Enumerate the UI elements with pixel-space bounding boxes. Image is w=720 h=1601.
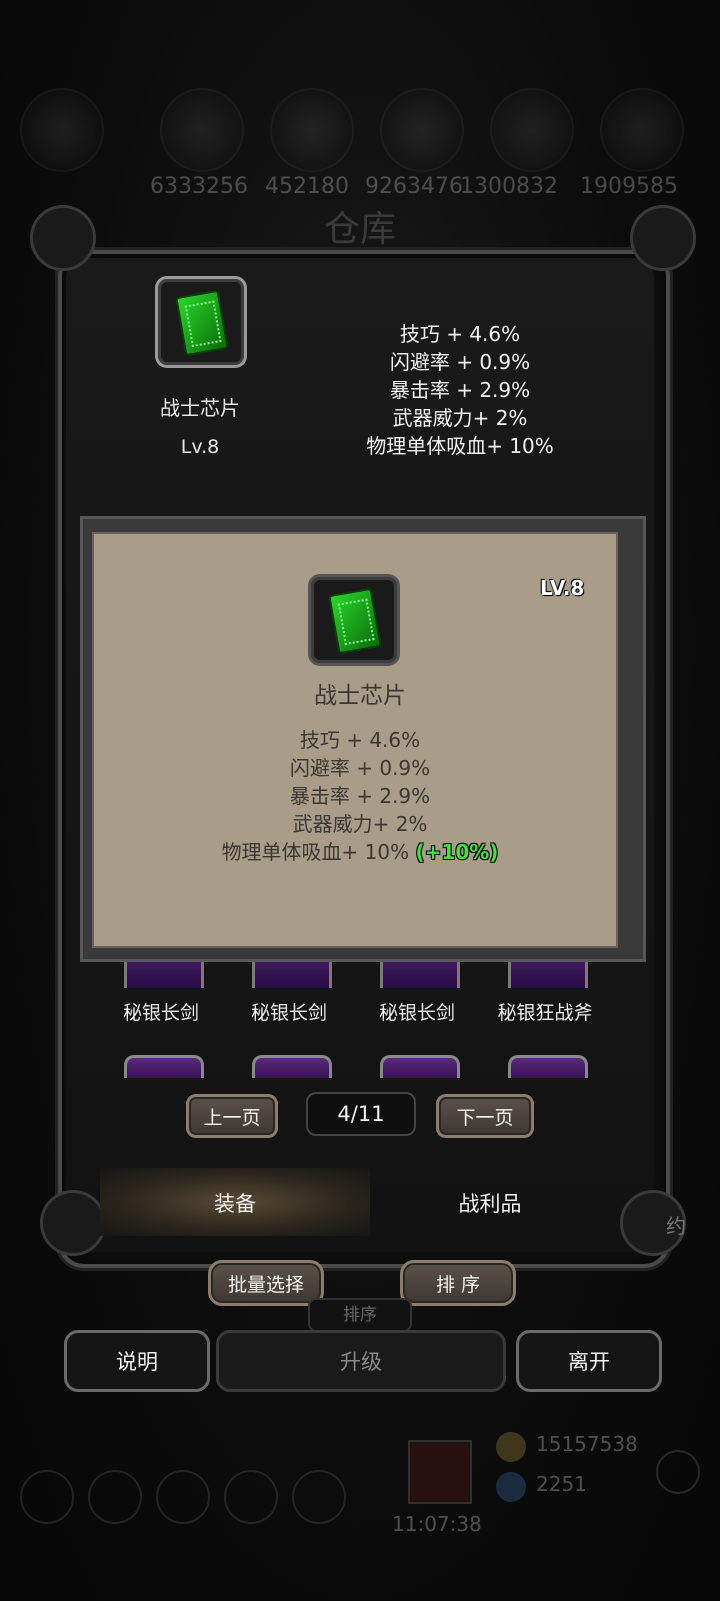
stat-line: 闪避率 + 0.9% xyxy=(389,350,531,374)
menu-icon xyxy=(156,1470,210,1524)
green-chip-icon xyxy=(328,587,382,655)
stat-line: 暴击率 + 2.9% xyxy=(389,378,531,402)
page-indicator: 4/11 xyxy=(306,1092,416,1136)
tooltip-stat: 武器威力+ 2% xyxy=(292,812,428,836)
leather-icon xyxy=(600,88,684,172)
batch-select-button[interactable]: 批量选择 xyxy=(208,1260,324,1306)
item-slot[interactable] xyxy=(380,1055,460,1078)
resource-value-1: 6333256 xyxy=(150,174,248,199)
gold-amount: 15157538 xyxy=(536,1432,638,1456)
gift-icon xyxy=(408,1440,472,1504)
leave-button[interactable]: 离开 xyxy=(516,1330,662,1392)
resource-bar: 6333256 452180 9263476 1300832 1909585 xyxy=(20,88,700,199)
tab-loot-label: 战利品 xyxy=(458,1192,522,1216)
gem-icon xyxy=(496,1472,526,1502)
help-button[interactable]: 说明 xyxy=(64,1330,210,1392)
footer-bar: 15157538 2251 11:07:38 xyxy=(0,1420,720,1580)
tooltip-stat-lifesteal: 物理单体吸血+ 10% (+10%) xyxy=(80,836,640,865)
tooltip-item-name: 战士芯片 xyxy=(314,683,406,709)
item-slot[interactable] xyxy=(508,1055,588,1078)
menu-icon xyxy=(20,1470,74,1524)
item-slot[interactable] xyxy=(124,1055,204,1078)
resource-value-4: 1300832 xyxy=(460,174,558,199)
menu-icon xyxy=(88,1470,142,1524)
skull-icon xyxy=(20,88,104,172)
selected-item-name: 战士芯片 xyxy=(160,396,240,420)
side-text: 约 xyxy=(666,1214,686,1238)
menu-icon xyxy=(224,1470,278,1524)
frame-ornament-tl xyxy=(30,205,96,271)
wood-icon xyxy=(160,88,244,172)
tab-equipment-label: 装备 xyxy=(214,1192,256,1216)
stat-line: 物理单体吸血+ 10% xyxy=(366,434,554,458)
sort-button[interactable]: 排 序 xyxy=(400,1260,516,1306)
stone-icon xyxy=(380,88,464,172)
upgrade-button[interactable]: 升级 xyxy=(216,1330,506,1392)
plus-icon xyxy=(656,1450,700,1494)
tooltip-level: LV.8 xyxy=(540,576,585,600)
prev-page-button[interactable]: 上一页 xyxy=(186,1094,278,1138)
tooltip-item-icon xyxy=(308,574,400,666)
planks-icon xyxy=(270,88,354,172)
tooltip-stat: 闪避率 + 0.9% xyxy=(289,756,431,780)
tooltip-stat: 物理单体吸血+ 10% xyxy=(221,840,410,864)
item-name: 秘银长剑 xyxy=(122,1002,199,1024)
item-name: 秘银狂战斧 xyxy=(497,1002,593,1024)
screen-title: 仓库 xyxy=(323,209,396,250)
tab-loot[interactable]: 战利品 xyxy=(380,1168,600,1236)
clock: 11:07:38 xyxy=(392,1512,482,1536)
selected-item-slot[interactable] xyxy=(155,276,247,368)
frame-ornament-tr xyxy=(630,205,696,271)
stat-line: 武器威力+ 2% xyxy=(392,406,528,430)
item-slot[interactable] xyxy=(252,1055,332,1078)
stat-line: 技巧 + 4.6% xyxy=(399,322,521,346)
item-name: 秘银长剑 xyxy=(250,1002,327,1024)
selected-item-level: Lv.8 xyxy=(180,436,220,458)
resource-value-3: 9263476 xyxy=(365,174,463,199)
gem-amount: 2251 xyxy=(536,1472,587,1496)
tooltip-stat: 技巧 + 4.6% xyxy=(299,728,421,752)
menu-icon xyxy=(292,1470,346,1524)
gold-icon xyxy=(496,1432,526,1462)
next-page-button[interactable]: 下一页 xyxy=(436,1094,534,1138)
frame-ornament-bl xyxy=(40,1190,106,1256)
tooltip-stat: 暴击率 + 2.9% xyxy=(289,784,431,808)
resource-value-5: 1909585 xyxy=(580,174,678,199)
tooltip-bonus: (+10%) xyxy=(415,840,499,864)
item-name: 秘银长剑 xyxy=(378,1002,455,1024)
crystal-icon xyxy=(490,88,574,172)
green-chip-icon xyxy=(175,289,229,357)
sort-button-bg: 排序 xyxy=(308,1298,412,1332)
resource-value-2: 452180 xyxy=(265,174,349,199)
tab-equipment[interactable]: 装备 xyxy=(100,1168,370,1236)
